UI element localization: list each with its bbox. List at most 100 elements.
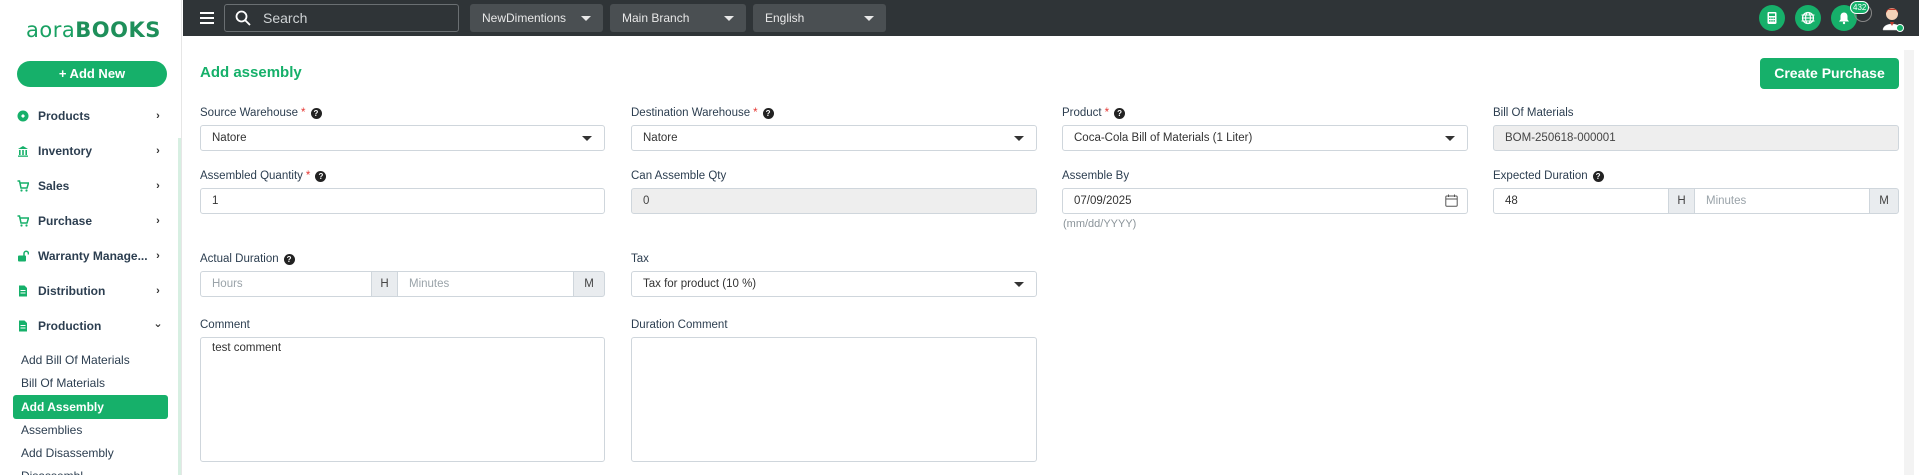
user-avatar[interactable] — [1879, 4, 1905, 32]
avatar-icon — [1882, 8, 1904, 32]
chevron-right-icon: › — [156, 285, 160, 297]
chevron-right-icon: › — [156, 145, 160, 157]
actual-duration-hours-input[interactable]: Hours — [200, 271, 372, 297]
logo-text-light: aora — [26, 18, 76, 42]
main-scrollbar[interactable] — [1904, 50, 1914, 475]
branch-select-value: Main Branch — [622, 11, 690, 25]
sidebar-item-warranty-management[interactable]: Warranty Manage... › — [0, 241, 178, 271]
chevron-down-icon — [1445, 136, 1455, 141]
date-format-hint: (mm/dd/YYYY) — [1063, 218, 1137, 230]
add-new-button[interactable]: + Add New — [17, 61, 167, 87]
chevron-right-icon: › — [156, 110, 160, 122]
cart-icon — [17, 180, 29, 192]
globe-icon — [1801, 11, 1815, 25]
chevron-down-icon — [1014, 282, 1024, 287]
tax-select[interactable]: Tax for product (10 %) — [631, 271, 1037, 297]
tax-label: Tax — [631, 253, 649, 265]
sidebar-subitem-assemblies[interactable]: Assemblies — [13, 418, 168, 442]
destination-warehouse-select[interactable]: Natore — [631, 125, 1037, 151]
assembled-quantity-label: Assembled Quantity *? — [200, 170, 327, 182]
chevron-right-icon: › — [156, 250, 160, 262]
sidebar-subitem-add-disassembly[interactable]: Add Disassembly — [13, 441, 168, 465]
global-search[interactable] — [224, 4, 459, 32]
assemble-by-date-input[interactable]: 07/09/2025 — [1062, 188, 1468, 214]
expected-duration-minutes-input[interactable]: Minutes — [1694, 188, 1870, 214]
chevron-down-icon — [1014, 136, 1024, 141]
can-assemble-qty-field: 0 — [631, 188, 1037, 214]
chevron-down-icon — [582, 136, 592, 141]
help-icon[interactable]: ? — [310, 107, 322, 119]
sidebar-scrollbar[interactable] — [178, 138, 181, 475]
language-select[interactable]: English — [753, 4, 886, 32]
help-icon[interactable]: ? — [762, 107, 774, 119]
expected-duration-label: Expected Duration? — [1493, 170, 1604, 182]
help-icon[interactable]: ? — [1592, 170, 1604, 182]
app-window: aoraBOOKS + Add New Products › Inventory… — [0, 0, 1919, 475]
sidebar-subitem-add-bill-of-materials[interactable]: Add Bill Of Materials — [13, 348, 168, 372]
expected-duration-hours-input[interactable]: 48 — [1493, 188, 1669, 214]
sidebar-subitem-disassemblies[interactable]: Disassembl... — [13, 464, 168, 475]
network-button[interactable] — [1795, 5, 1821, 31]
create-purchase-button[interactable]: Create Purchase — [1760, 58, 1899, 89]
company-select[interactable]: NewDimentions — [470, 4, 603, 32]
sidebar-item-inventory[interactable]: Inventory › — [0, 136, 178, 166]
sidebar-item-label: Warranty Manage... — [38, 249, 148, 263]
sidebar: aoraBOOKS + Add New Products › Inventory… — [0, 0, 182, 475]
actual-duration-hours-addon: H — [371, 271, 398, 297]
bill-of-materials-label: Bill Of Materials — [1493, 107, 1574, 119]
source-warehouse-select[interactable]: Natore — [200, 125, 605, 151]
hamburger-menu-icon[interactable] — [200, 12, 214, 24]
sidebar-item-sales[interactable]: Sales › — [0, 171, 178, 201]
notification-count-badge: 432 — [1850, 1, 1870, 14]
sidebar-item-label: Inventory — [38, 144, 93, 158]
sidebar-item-products[interactable]: Products › — [0, 101, 178, 131]
chevron-down-icon: ⌄ — [153, 317, 163, 330]
branch-select[interactable]: Main Branch — [610, 4, 746, 32]
duration-comment-textarea[interactable] — [631, 337, 1037, 462]
sidebar-subitem-add-assembly[interactable]: Add Assembly — [13, 395, 168, 419]
destination-warehouse-label: Destination Warehouse *? — [631, 107, 774, 119]
sidebar-item-purchase[interactable]: Purchase › — [0, 206, 178, 236]
language-select-value: English — [765, 11, 805, 25]
actual-duration-minutes-input[interactable]: Minutes — [397, 271, 574, 297]
brand-logo[interactable]: aoraBOOKS — [26, 18, 161, 42]
assembled-quantity-input[interactable]: 1 — [200, 188, 605, 214]
inventory-icon — [17, 145, 29, 157]
calendar-icon[interactable] — [1445, 194, 1458, 207]
chevron-right-icon: › — [156, 180, 160, 192]
chevron-down-icon — [724, 16, 734, 21]
sidebar-item-distribution[interactable]: Distribution › — [0, 276, 178, 306]
can-assemble-qty-label: Can Assemble Qty — [631, 170, 727, 182]
calculator-button[interactable] — [1759, 5, 1785, 31]
main-content: Add assembly Create Purchase Source Ware… — [183, 36, 1919, 475]
products-icon — [17, 110, 29, 122]
comment-textarea[interactable]: test comment — [200, 337, 605, 462]
help-icon[interactable]: ? — [1114, 107, 1126, 119]
source-warehouse-label: Source Warehouse *? — [200, 107, 322, 119]
chevron-right-icon: › — [156, 215, 160, 227]
expected-duration-hours-addon: H — [1668, 188, 1695, 214]
sidebar-item-label: Sales — [38, 179, 70, 193]
sidebar-item-production[interactable]: Production ⌄ — [0, 311, 178, 341]
sidebar-item-label: Production — [38, 319, 102, 333]
actual-duration-minutes-addon: M — [573, 271, 605, 297]
top-navbar: NewDimentions Main Branch English 432 — [183, 0, 1919, 36]
calculator-icon — [1767, 12, 1777, 24]
product-select[interactable]: Coca-Cola Bill of Materials (1 Liter) — [1062, 125, 1468, 151]
document-icon — [17, 320, 29, 332]
help-icon[interactable]: ? — [315, 170, 327, 182]
page-title: Add assembly — [200, 64, 302, 81]
unlock-icon — [17, 250, 29, 262]
sidebar-subitem-bill-of-materials[interactable]: Bill Of Materials — [13, 371, 168, 395]
chevron-down-icon — [864, 16, 874, 21]
actual-duration-label: Actual Duration? — [200, 253, 295, 265]
sidebar-item-label: Products — [38, 109, 91, 123]
comment-label: Comment — [200, 319, 250, 331]
cart-icon — [17, 215, 29, 227]
product-label: Product *? — [1062, 107, 1126, 119]
duration-comment-label: Duration Comment — [631, 319, 728, 331]
chevron-down-icon — [581, 16, 591, 21]
bill-of-materials-field: BOM-250618-000001 — [1493, 125, 1899, 151]
help-icon[interactable]: ? — [283, 253, 295, 265]
search-input[interactable] — [263, 10, 443, 26]
